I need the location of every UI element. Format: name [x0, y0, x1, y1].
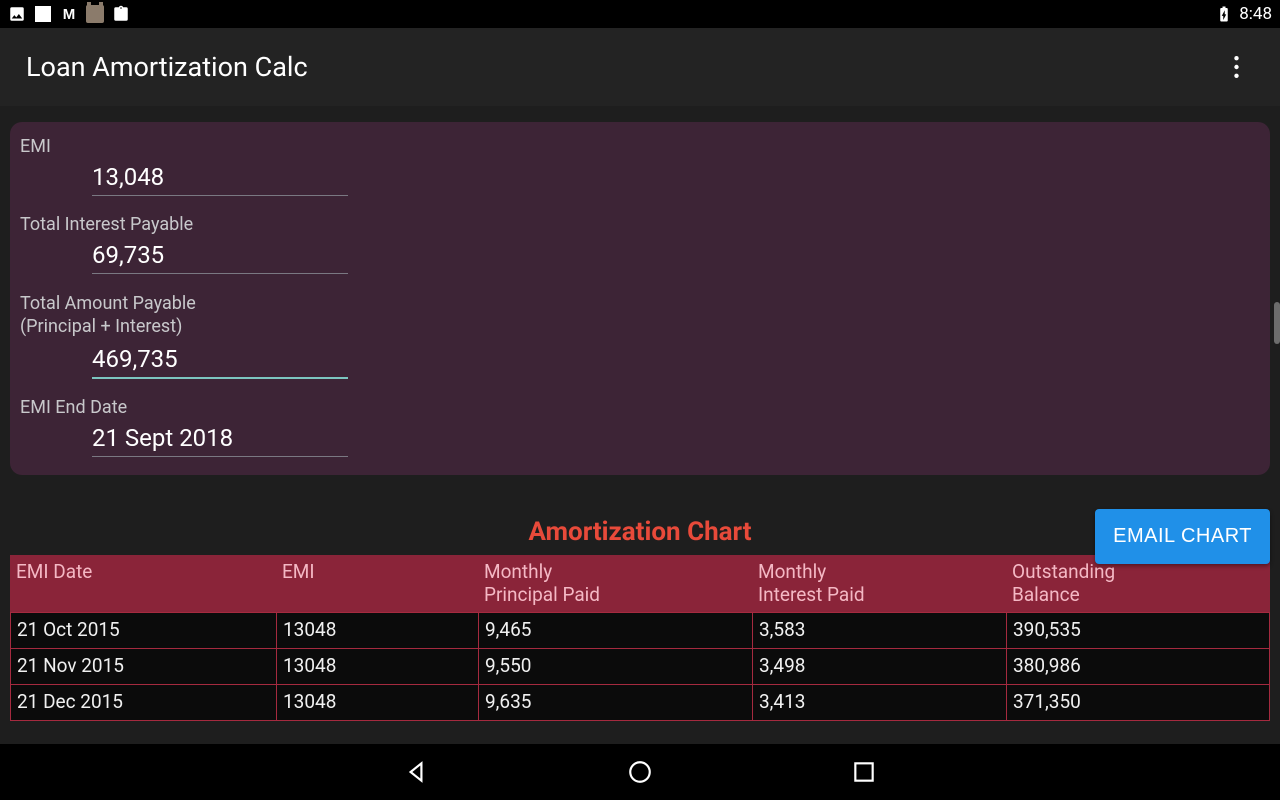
cell-interest-paid: 3,583: [753, 613, 1007, 648]
header-emi: EMI: [276, 555, 478, 613]
notification-image-icon: [8, 5, 26, 23]
amortization-table: EMI Date EMI MonthlyPrincipal Paid Month…: [10, 555, 1270, 721]
cell-emi-date: 21 Dec 2015: [11, 685, 277, 720]
cell-interest-paid: 3,413: [753, 685, 1007, 720]
total-amount-value[interactable]: 469,735: [92, 345, 348, 379]
battery-icon: [1215, 5, 1233, 23]
cell-outstanding-balance: 390,535: [1007, 613, 1269, 648]
notification-app3-icon: [86, 5, 104, 23]
notification-app2-icon: M: [60, 5, 78, 23]
cell-outstanding-balance: 380,986: [1007, 649, 1269, 684]
cell-outstanding-balance: 371,350: [1007, 685, 1269, 720]
cell-interest-paid: 3,498: [753, 649, 1007, 684]
amortization-chart-section: EMAIL CHART Amortization Chart EMI Date …: [10, 517, 1270, 721]
nav-recent-button[interactable]: [850, 758, 878, 786]
cell-emi: 13048: [277, 613, 479, 648]
header-principal-paid: MonthlyPrincipal Paid: [478, 555, 752, 613]
cell-emi-date: 21 Nov 2015: [11, 649, 277, 684]
overflow-menu-button[interactable]: [1218, 49, 1254, 85]
emi-label: EMI: [20, 136, 1260, 157]
home-icon: [627, 759, 653, 785]
notification-clipboard-icon: [112, 5, 130, 23]
table-row[interactable]: 21 Dec 2015130489,6353,413371,350: [10, 685, 1270, 721]
android-status-bar: M 8:48: [0, 0, 1280, 28]
recent-icon: [851, 759, 877, 785]
cell-emi: 13048: [277, 649, 479, 684]
loan-summary-card: EMI 13,048 Total Interest Payable 69,735…: [10, 122, 1270, 475]
app-title: Loan Amortization Calc: [26, 51, 308, 83]
amortization-chart-title: Amortization Chart: [10, 517, 1270, 547]
email-chart-button[interactable]: EMAIL CHART: [1095, 509, 1270, 564]
emi-end-date-label: EMI End Date: [20, 397, 1260, 418]
total-interest-label: Total Interest Payable: [20, 214, 1260, 235]
cell-emi: 13048: [277, 685, 479, 720]
nav-back-button[interactable]: [402, 758, 430, 786]
cell-principal-paid: 9,635: [479, 685, 753, 720]
nav-home-button[interactable]: [626, 758, 654, 786]
emi-end-date-value[interactable]: 21 Sept 2018: [92, 424, 348, 457]
total-interest-value[interactable]: 69,735: [92, 241, 348, 274]
status-clock: 8:48: [1239, 4, 1272, 24]
scrollbar-thumb[interactable]: [1274, 302, 1280, 344]
table-row[interactable]: 21 Nov 2015130489,5503,498380,986: [10, 649, 1270, 685]
total-amount-label: Total Amount Payable (Principal + Intere…: [20, 292, 1260, 339]
cell-emi-date: 21 Oct 2015: [11, 613, 277, 648]
app-bar: Loan Amortization Calc: [0, 28, 1280, 106]
android-nav-bar: [0, 744, 1280, 800]
notification-app1-icon: [34, 5, 52, 23]
back-icon: [403, 759, 429, 785]
table-row[interactable]: 21 Oct 2015130489,4653,583390,535: [10, 612, 1270, 649]
main-content[interactable]: EMI 13,048 Total Interest Payable 69,735…: [0, 106, 1280, 744]
header-interest-paid: MonthlyInterest Paid: [752, 555, 1006, 613]
cell-principal-paid: 9,550: [479, 649, 753, 684]
table-header-row: EMI Date EMI MonthlyPrincipal Paid Month…: [10, 555, 1270, 613]
cell-principal-paid: 9,465: [479, 613, 753, 648]
emi-value[interactable]: 13,048: [92, 163, 348, 196]
header-emi-date: EMI Date: [10, 555, 276, 613]
more-vert-icon: [1234, 56, 1239, 78]
